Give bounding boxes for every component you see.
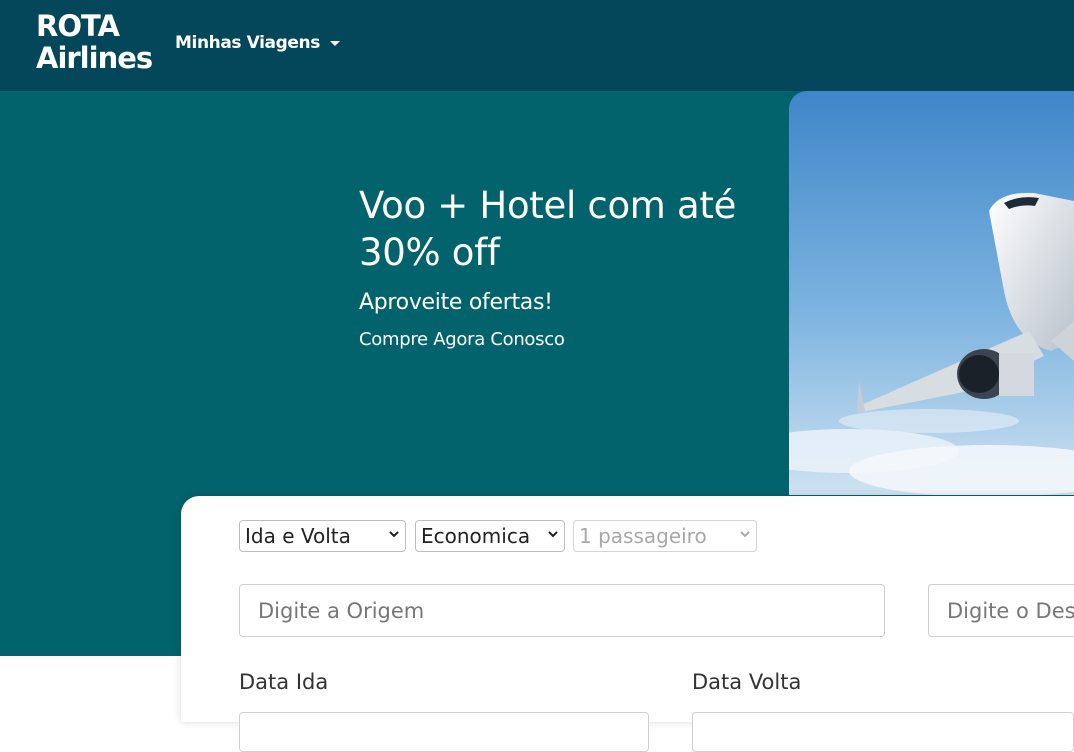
cabin-class-select[interactable]: Economica	[415, 520, 565, 552]
hero-cta-text: Compre Agora Conosco	[359, 329, 565, 350]
hero-subtitle: Aproveite ofertas!	[359, 290, 553, 315]
origin-input[interactable]: Digite a Origem	[239, 584, 885, 637]
destination-placeholder: Digite o Des	[947, 598, 1074, 623]
passengers-select[interactable]: 1 passageiro	[573, 520, 757, 552]
top-navbar: ROTA Airlines Minhas Viagens	[0, 0, 1074, 91]
brand-logo[interactable]: ROTA Airlines	[36, 10, 156, 74]
minhas-viagens-dropdown[interactable]: Minhas Viagens	[175, 33, 340, 53]
destination-input[interactable]: Digite o Des	[928, 584, 1074, 637]
chevron-down-icon	[740, 531, 750, 538]
trip-type-select[interactable]: Ida e Volta	[239, 520, 406, 552]
date-return-input[interactable]	[692, 712, 1074, 752]
airplane-image	[789, 91, 1074, 495]
passengers-value: 1 passageiro	[579, 524, 707, 548]
minhas-viagens-label: Minhas Viagens	[175, 33, 320, 53]
origin-placeholder: Digite a Origem	[258, 598, 425, 623]
caret-down-icon	[329, 40, 340, 46]
hero-title: Voo + Hotel com até 30% off	[359, 184, 737, 274]
chevron-down-icon	[548, 531, 558, 538]
chevron-down-icon	[389, 531, 399, 538]
brand-line-2: Airlines	[36, 41, 153, 75]
hero-text: Voo + Hotel com até 30% off Aproveite of…	[359, 182, 779, 350]
trip-type-value: Ida e Volta	[245, 524, 351, 548]
date-departure-input[interactable]	[239, 712, 649, 752]
date-departure-label: Data Ida	[239, 670, 329, 694]
brand-line-1: ROTA	[36, 9, 120, 43]
date-return-label: Data Volta	[692, 670, 802, 694]
cabin-class-value: Economica	[421, 524, 531, 548]
flight-search-form: Ida e Volta Economica 1 passageiro Digit…	[181, 496, 1074, 752]
